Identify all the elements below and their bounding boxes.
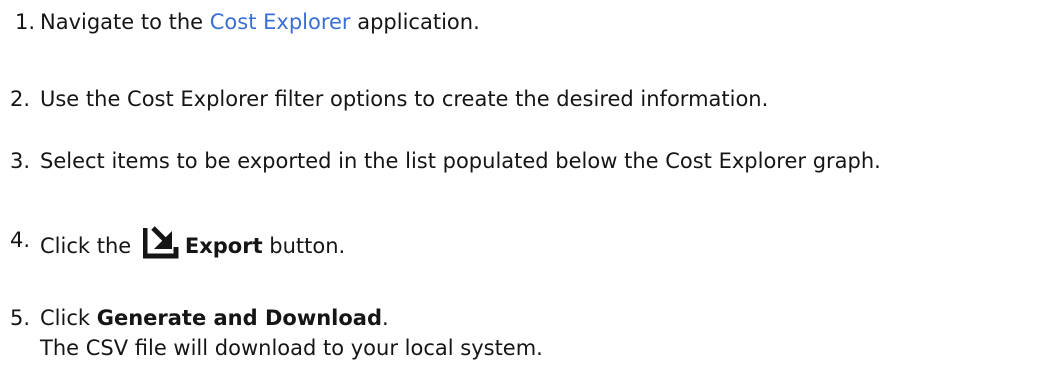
step-suffix: . (382, 306, 389, 330)
step-text: Click the Export button. (40, 225, 345, 261)
step-text: Navigate to the Cost Explorer applicatio… (40, 7, 480, 37)
step-number: 5. (10, 306, 31, 330)
generate-and-download-label: Generate and Download (96, 306, 383, 330)
export-label: Export (184, 234, 263, 258)
step-number: 2. (10, 87, 31, 111)
step-number: 4. (10, 228, 31, 252)
step-prefix: Click the (40, 234, 138, 258)
step-text: Click Generate and Download. (40, 303, 389, 333)
export-icon (142, 225, 179, 259)
cost-explorer-link[interactable]: Cost Explorer (210, 10, 351, 34)
step-text: Use the Cost Explorer filter options to … (40, 87, 769, 111)
step-prefix: Navigate to the (40, 10, 210, 34)
step-suffix: button. (262, 234, 346, 258)
step-note: The CSV file will download to your local… (40, 336, 543, 360)
step-text: Select items to be exported in the list … (40, 149, 881, 173)
step-number: 3. (10, 149, 31, 173)
step-prefix: Click (40, 306, 97, 330)
step-suffix: application. (350, 10, 480, 34)
